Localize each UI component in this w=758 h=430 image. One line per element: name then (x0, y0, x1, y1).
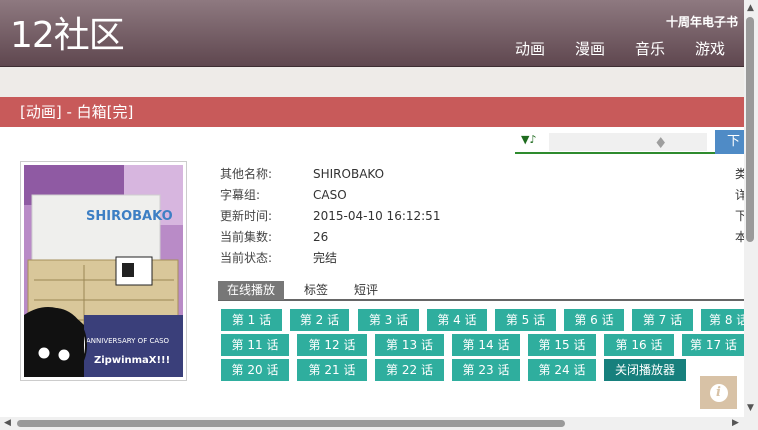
cover-title-text: SHIROBAKO (86, 209, 173, 224)
tab-reviews[interactable]: 短评 (345, 281, 387, 300)
info-row-status: 当前状态: 完结 (220, 248, 440, 269)
info-value: 完结 (313, 251, 338, 265)
close-player-button[interactable]: 关闭播放器 (604, 359, 686, 381)
info-value: 26 (313, 230, 329, 244)
episode-button-1[interactable]: 第 1 话 (221, 309, 282, 331)
info-row-updated: 更新时间: 2015-04-10 16:12:51 (220, 206, 440, 227)
info-label: 更新时间: (220, 209, 273, 223)
episode-button-3[interactable]: 第 3 话 (358, 309, 419, 331)
episode-button-5[interactable]: 第 5 话 (495, 309, 556, 331)
tab-tags[interactable]: 标签 (295, 281, 337, 300)
info-row-alias: 其他名称: SHIROBAKO (220, 164, 440, 185)
cover-artwork: SHIROBAKO ANNIVERSARY OF CASO ZipwinmaX!… (24, 165, 183, 377)
tab-online-play[interactable]: 在线播放 (218, 281, 285, 300)
nav-item-manga[interactable]: 漫画 (560, 38, 620, 59)
info-label: 当前集数: (220, 230, 273, 244)
horizontal-scroll-thumb[interactable] (17, 420, 565, 427)
episode-button-2[interactable]: 第 2 话 (290, 309, 349, 331)
detail-panel: ▼♪ ♦ 下 SHIROBAKO ANNIVERSARY OF CASO Zip… (0, 127, 747, 417)
episode-button-15[interactable]: 第 15 话 (528, 334, 596, 356)
info-list: 其他名称: SHIROBAKO 字幕组: CASO 更新时间: 2015-04-… (220, 164, 440, 269)
episode-button-8[interactable]: 第 8 话 (701, 309, 744, 331)
nav-item-anime[interactable]: 动画 (500, 38, 560, 59)
info-value: CASO (313, 188, 347, 202)
episode-button-24[interactable]: 第 24 话 (528, 359, 596, 381)
site-header: 12社区 十周年电子书 动画 漫画 音乐 游戏 (0, 0, 758, 67)
vertical-scroll-thumb[interactable] (746, 17, 754, 242)
info-label: 字幕组: (220, 188, 261, 202)
info-value: 2015-04-10 16:12:51 (313, 209, 441, 223)
info-row-episodes: 当前集数: 26 (220, 227, 440, 248)
download-button[interactable]: 下 (715, 130, 744, 154)
player-toolbar: ▼♪ ♦ (515, 130, 715, 154)
episode-button-11[interactable]: 第 11 话 (221, 334, 289, 356)
episode-button-22[interactable]: 第 22 话 (375, 359, 444, 381)
content-tabs: 在线播放 标签 短评 (218, 280, 744, 301)
episode-button-4[interactable]: 第 4 话 (427, 309, 487, 331)
site-logo[interactable]: 12社区 (10, 14, 125, 58)
episode-button-23[interactable]: 第 23 话 (452, 359, 520, 381)
cover-image: SHIROBAKO ANNIVERSARY OF CASO ZipwinmaX!… (20, 161, 187, 381)
episode-button-12[interactable]: 第 12 话 (297, 334, 367, 356)
nav-item-games[interactable]: 游戏 (680, 38, 740, 59)
episode-button-20[interactable]: 第 20 话 (221, 359, 289, 381)
info-row-fansub: 字幕组: CASO (220, 185, 440, 206)
spacer-band (0, 67, 758, 97)
episode-button-16[interactable]: 第 16 话 (604, 334, 674, 356)
cover-caption-text: ZipwinmaX!!! (94, 355, 170, 366)
plugin-placeholder[interactable]: ♦ (549, 133, 707, 152)
episode-button-7[interactable]: 第 7 话 (632, 309, 693, 331)
episode-button-6[interactable]: 第 6 话 (564, 309, 624, 331)
info-icon: i (709, 383, 728, 402)
anniversary-ebook-link[interactable]: 十周年电子书 (666, 13, 738, 30)
nav-item-music[interactable]: 音乐 (620, 38, 680, 59)
music-icon[interactable]: ▼♪ (521, 133, 536, 146)
scroll-right-arrow-icon[interactable]: ▶ (732, 418, 739, 428)
vertical-scrollbar[interactable]: ▲ ▼ (744, 0, 758, 417)
info-label: 其他名称: (220, 167, 273, 181)
cover-banner-text: ANNIVERSARY OF CASO (86, 337, 170, 345)
main-nav: 动画 漫画 音乐 游戏 (500, 38, 740, 59)
scroll-down-arrow-icon[interactable]: ▼ (747, 403, 754, 413)
puzzle-plugin-icon: ♦ (654, 134, 668, 152)
page-title: [动画] - 白箱[完] (0, 97, 744, 127)
info-label: 当前状态: (220, 251, 273, 265)
scroll-up-arrow-icon[interactable]: ▲ (747, 3, 754, 13)
info-value: SHIROBAKO (313, 167, 385, 181)
episode-button-14[interactable]: 第 14 话 (452, 334, 520, 356)
episode-button-13[interactable]: 第 13 话 (375, 334, 444, 356)
scroll-left-arrow-icon[interactable]: ◀ (4, 418, 11, 428)
episode-button-21[interactable]: 第 21 话 (297, 359, 367, 381)
info-button[interactable]: i (700, 376, 737, 409)
episode-button-17[interactable]: 第 17 话 (682, 334, 744, 356)
horizontal-scrollbar[interactable]: ◀ ▶ (0, 417, 758, 430)
